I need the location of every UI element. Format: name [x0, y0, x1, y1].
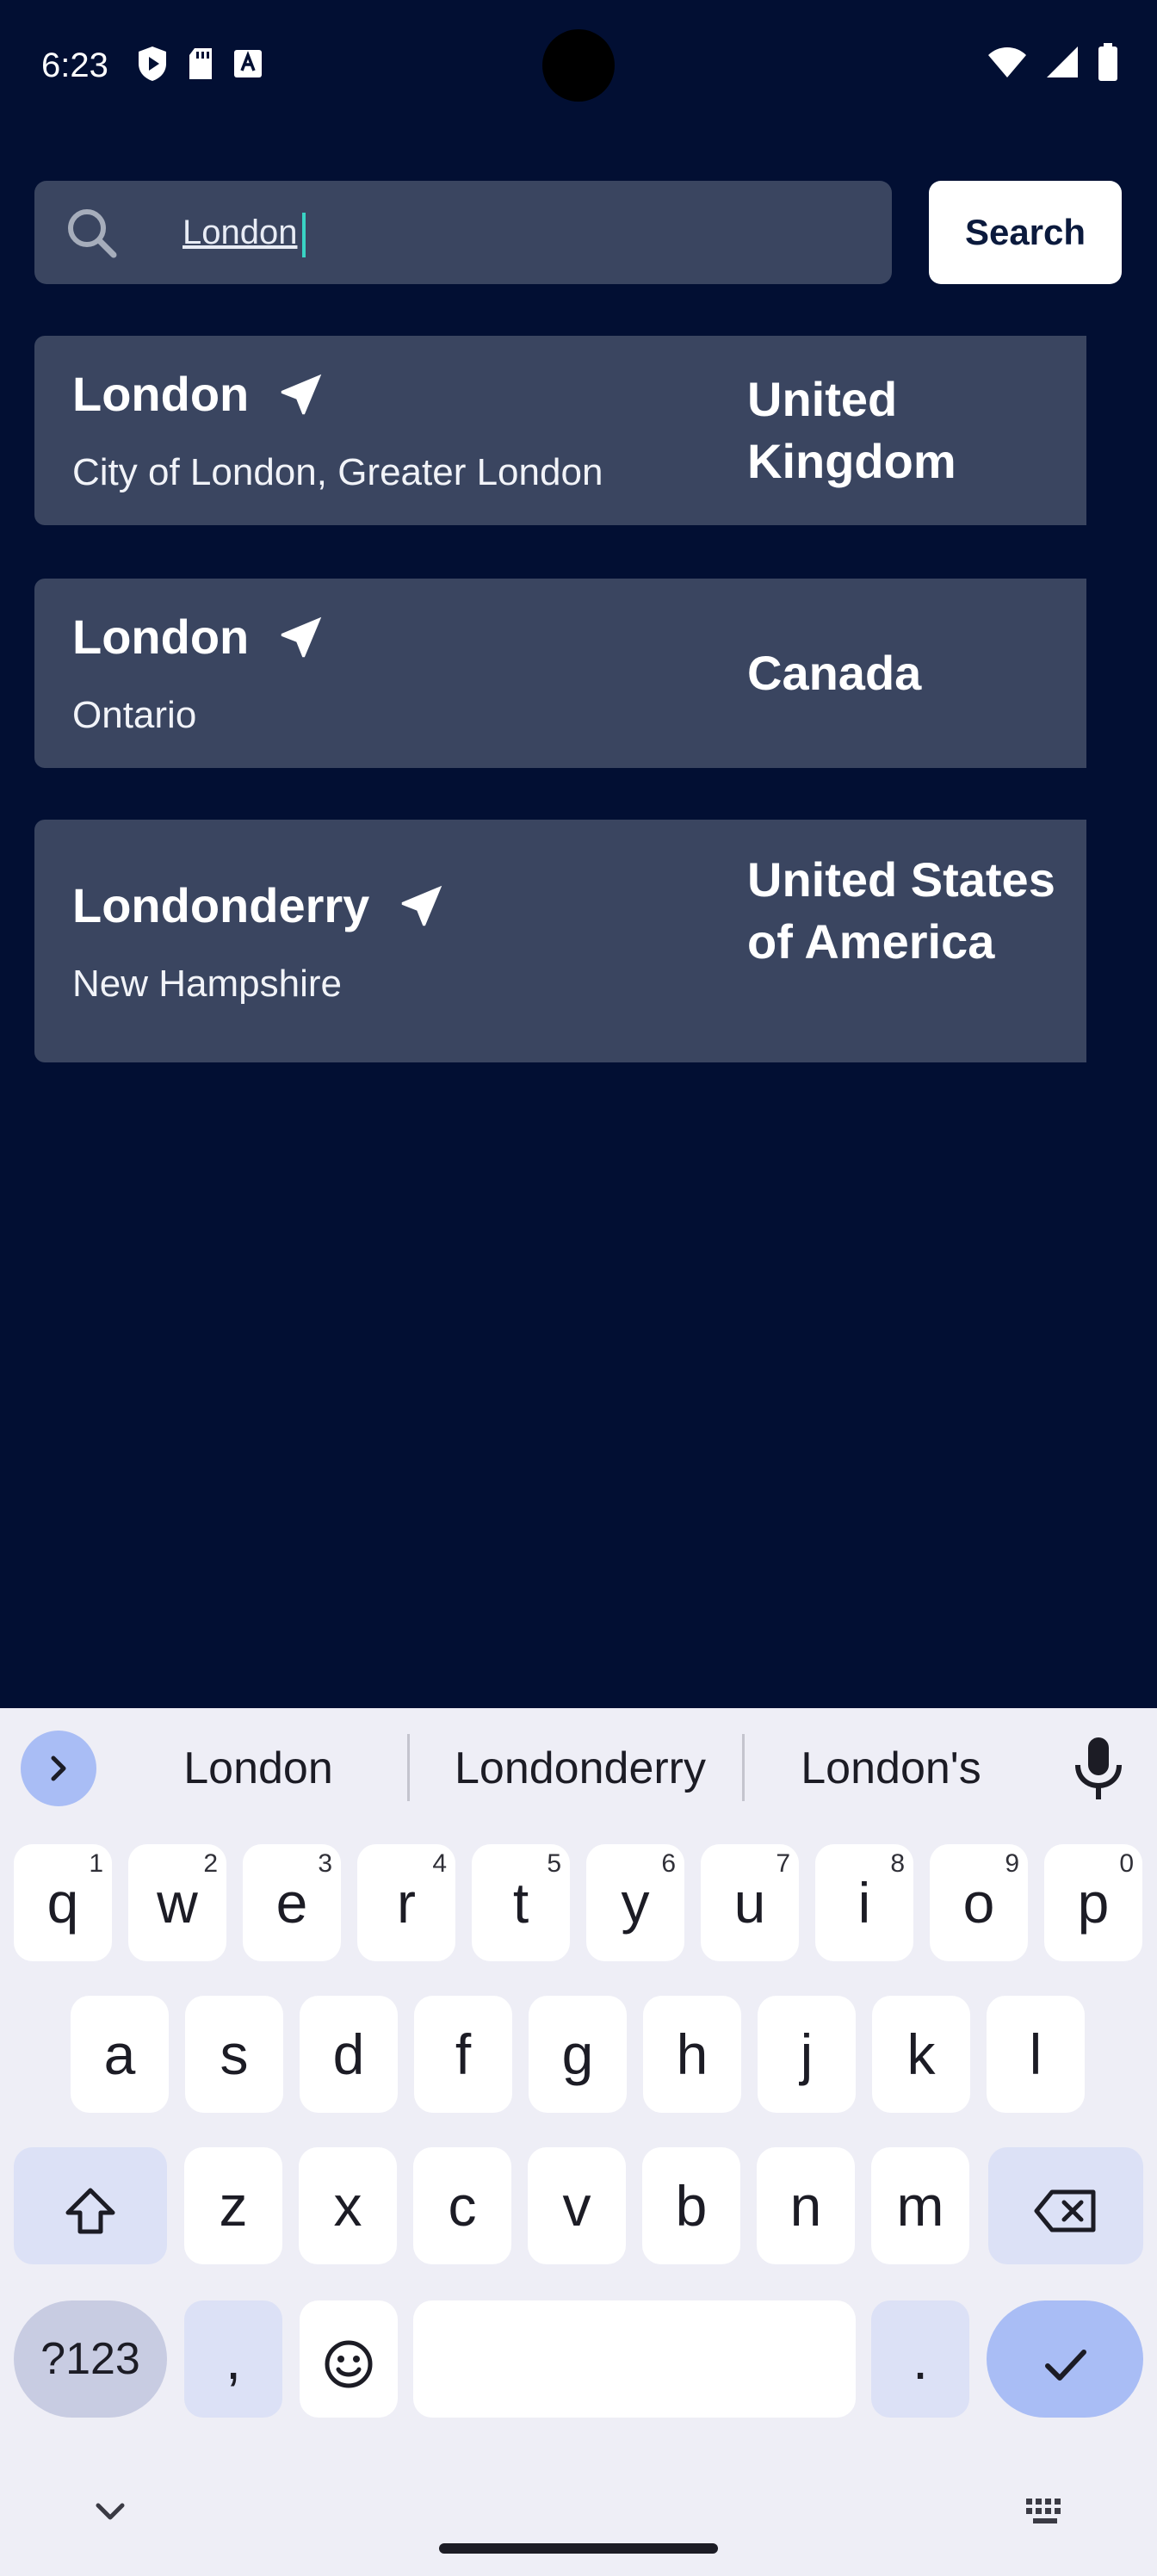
key-t[interactable]: t5 — [472, 1844, 570, 1961]
key-x[interactable]: x — [299, 2147, 397, 2264]
status-icons-left — [136, 45, 263, 83]
key-r[interactable]: r4 — [357, 1844, 455, 1961]
result-city-name: London — [72, 367, 250, 421]
key-h[interactable]: h — [643, 1996, 741, 2113]
result-card-2[interactable]: London Ontario Canada — [34, 579, 1086, 768]
result-country: United Kingdom — [747, 372, 956, 488]
space-key[interactable] — [413, 2300, 856, 2418]
key-z[interactable]: z — [184, 2147, 282, 2264]
cell-signal-icon — [1047, 46, 1078, 77]
status-time: 6:23 — [41, 46, 108, 84]
microphone-icon[interactable] — [1071, 1734, 1126, 1803]
emoji-icon — [325, 2340, 373, 2388]
battery-icon — [1098, 43, 1117, 81]
hide-keyboard-icon[interactable] — [93, 2500, 127, 2524]
key-v[interactable]: v — [528, 2147, 626, 2264]
period-key[interactable]: . — [871, 2300, 969, 2418]
shift-icon — [65, 2188, 115, 2234]
result-country: Canada — [747, 646, 922, 700]
key-n[interactable]: n — [757, 2147, 855, 2264]
key-e[interactable]: e3 — [243, 1844, 341, 1961]
wifi-icon — [988, 47, 1026, 77]
play-protect-icon — [139, 46, 166, 81]
symbols-key[interactable]: ?123 — [14, 2300, 167, 2418]
status-icons-right — [987, 43, 1119, 81]
key-number-hint: 3 — [318, 1849, 332, 1878]
checkmark-icon — [1045, 2349, 1086, 2381]
key-number-hint: 8 — [890, 1849, 905, 1878]
done-key[interactable] — [987, 2300, 1143, 2418]
key-w[interactable]: w2 — [128, 1844, 226, 1961]
result-region: Ontario — [72, 694, 197, 736]
navigation-arrow-icon — [282, 616, 322, 658]
search-input[interactable] — [148, 203, 854, 262]
result-region: City of London, Greater London — [72, 451, 603, 493]
key-number-hint: 1 — [89, 1849, 103, 1878]
key-number-hint: 0 — [1119, 1849, 1134, 1878]
result-card-1[interactable]: London City of London, Greater London Un… — [34, 336, 1086, 525]
home-gesture-bar[interactable] — [439, 2543, 718, 2554]
result-region: New Hampshire — [72, 963, 342, 1005]
sd-card-icon — [189, 48, 212, 79]
key-number-hint: 2 — [203, 1849, 218, 1878]
result-city-name: London — [72, 610, 250, 664]
key-k[interactable]: k — [872, 1996, 970, 2113]
key-q[interactable]: q1 — [14, 1844, 112, 1961]
result-name-row: London — [72, 367, 328, 422]
text-cursor — [302, 213, 306, 257]
suggestion-divider — [407, 1734, 410, 1801]
key-number-hint: 4 — [432, 1849, 447, 1878]
backspace-icon — [1034, 2189, 1096, 2232]
suggestion-divider — [742, 1734, 745, 1801]
result-card-3[interactable]: Londonderry New Hampshire United States … — [34, 820, 1086, 1062]
expand-toolbar-button[interactable] — [21, 1731, 96, 1806]
backspace-key[interactable] — [988, 2147, 1143, 2264]
key-i[interactable]: i8 — [815, 1844, 913, 1961]
result-country: United States of America — [747, 852, 1055, 969]
key-a[interactable]: a — [71, 1996, 169, 2113]
key-u[interactable]: u7 — [701, 1844, 799, 1961]
key-number-hint: 5 — [547, 1849, 561, 1878]
key-b[interactable]: b — [642, 2147, 740, 2264]
status-bar: 6:23 — [0, 0, 1157, 129]
key-number-hint: 9 — [1005, 1849, 1019, 1878]
chevron-right-icon — [51, 1756, 66, 1781]
key-number-hint: 7 — [776, 1849, 790, 1878]
shift-key[interactable] — [14, 2147, 167, 2264]
key-number-hint: 6 — [661, 1849, 676, 1878]
key-m[interactable]: m — [871, 2147, 969, 2264]
result-name-row: London — [72, 610, 328, 665]
suggestion-3[interactable]: London's — [758, 1731, 1024, 1806]
key-s[interactable]: s — [185, 1996, 283, 2113]
comma-key[interactable]: , — [184, 2300, 282, 2418]
search-button[interactable]: Search — [929, 181, 1122, 284]
key-d[interactable]: d — [300, 1996, 398, 2113]
result-name-row: Londonderry — [72, 878, 449, 933]
key-y[interactable]: y6 — [586, 1844, 684, 1961]
search-icon — [68, 209, 117, 258]
suggestion-1[interactable]: London — [121, 1731, 396, 1806]
search-box[interactable] — [34, 181, 892, 284]
key-c[interactable]: c — [413, 2147, 511, 2264]
key-f[interactable]: f — [414, 1996, 512, 2113]
navigation-arrow-icon — [402, 885, 442, 926]
key-j[interactable]: j — [758, 1996, 856, 2113]
suggestion-2[interactable]: Londonderry — [418, 1731, 742, 1806]
key-g[interactable]: g — [529, 1996, 627, 2113]
on-screen-keyboard: London Londonderry London's ?123 , . q1w… — [0, 1708, 1157, 2576]
key-p[interactable]: p0 — [1044, 1844, 1142, 1961]
key-l[interactable]: l — [987, 1996, 1085, 2113]
navigation-arrow-icon — [282, 374, 322, 415]
emoji-key[interactable] — [300, 2300, 398, 2418]
result-city-name: Londonderry — [72, 878, 370, 932]
camera-cutout — [542, 29, 615, 102]
key-o[interactable]: o9 — [930, 1844, 1028, 1961]
text-format-icon — [234, 50, 262, 77]
keyboard-switch-icon[interactable] — [1024, 2497, 1067, 2528]
